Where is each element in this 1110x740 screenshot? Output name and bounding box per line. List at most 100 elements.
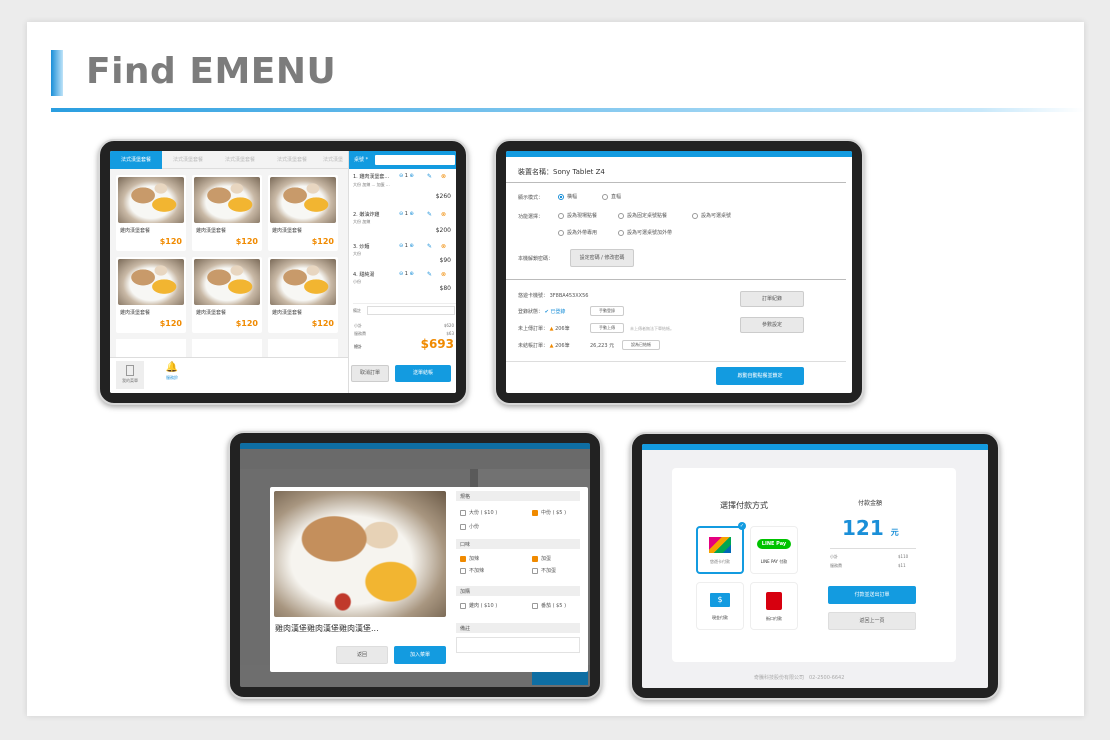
table-label: 桌號 * — [354, 157, 369, 163]
display-portrait-radio[interactable]: 直幅 — [602, 193, 621, 200]
nav-label: 服務鈴 — [166, 375, 178, 380]
warning-icon: ▲ — [549, 326, 554, 332]
payment-card: 選擇付款方式 悠遊卡付款 ✓ LINE Pay LINE PAY 付款 $ 現金… — [672, 468, 956, 662]
func-radio-2[interactable]: 設為可選桌號 — [692, 212, 731, 219]
back-button[interactable]: 返回 — [336, 646, 388, 664]
remove-icon[interactable]: ⊗ — [441, 243, 446, 250]
func-radio-1[interactable]: 設為固定桌號點餐 — [618, 212, 667, 219]
detail-screen: 雞肉漢堡雞肉漢堡雞肉漢堡... 返回 加入菜單 規格 大份 ( $10 ) 中份… — [240, 443, 590, 687]
total-label: 總計 — [354, 344, 362, 349]
mark-settled-button[interactable]: 設為已結帳 — [622, 340, 660, 350]
set-password-button[interactable]: 設定密碼 / 修改密碼 — [570, 249, 634, 267]
addon-section: 加購 雞肉 ( $10 ) 番茄 ( $5 ) — [456, 586, 580, 609]
size-option[interactable]: 大份 ( $10 ) — [460, 509, 497, 516]
settle-count: 206筆 — [555, 343, 570, 349]
taste-option[interactable]: 不加蛋 — [532, 567, 556, 574]
qty-stepper[interactable]: ⊖ 1 ⊕ — [399, 211, 414, 217]
edit-icon[interactable]: ✎ — [427, 211, 432, 218]
bottom-nav — [110, 357, 348, 393]
order-record-button[interactable]: 訂單紀錄 — [740, 291, 804, 307]
order-item-note: 大份 加辣 — [353, 219, 371, 224]
settle-row: 未結帳訂單： ▲ 206筆 — [518, 342, 570, 349]
parameter-settings-button[interactable]: 參數設定 — [740, 317, 804, 333]
order-row[interactable]: 4. 甜純湯 小份 ⊖ 1 ⊕ ✎ ⊗ $80 — [353, 271, 456, 297]
remove-icon[interactable]: ⊗ — [441, 173, 446, 180]
menu-item[interactable]: 雞肉漢堡套餐 $120 — [268, 257, 338, 333]
size-option[interactable]: 中份 ( $5 ) — [532, 509, 566, 516]
tab-4[interactable]: 法式漢堡 — [318, 151, 348, 169]
payment-jkopay[interactable]: 街口付款 — [750, 582, 798, 630]
tab-1[interactable]: 法式漢堡套餐 — [162, 151, 214, 169]
food-photo — [194, 259, 260, 305]
payment-linepay[interactable]: LINE Pay LINE PAY 付款 — [750, 526, 798, 574]
tab-2[interactable]: 法式漢堡套餐 — [214, 151, 266, 169]
menu-item[interactable]: 雞肉漢堡套餐 $120 — [192, 257, 262, 333]
menu-item-price: $120 — [311, 237, 334, 246]
display-landscape-radio[interactable]: 橫幅 — [558, 193, 577, 200]
table-number-input[interactable] — [375, 155, 455, 165]
item-detail-modal: 雞肉漢堡雞肉漢堡雞肉漢堡... 返回 加入菜單 規格 大份 ( $10 ) 中份… — [270, 487, 588, 672]
order-item-price: $90 — [439, 257, 451, 264]
nav-service-bell[interactable]: 🔔 服務鈴 — [158, 361, 186, 389]
payment-cash[interactable]: $ 現金付款 — [696, 582, 744, 630]
add-to-menu-button[interactable]: 加入菜單 — [394, 646, 446, 664]
payment-easycard[interactable]: 悠遊卡付款 — [696, 526, 744, 574]
menu-item[interactable]: 雞肉漢堡套餐 $120 — [192, 175, 262, 251]
taste-option[interactable]: 加蛋 — [532, 555, 551, 562]
pay-service-value: $11 — [898, 563, 906, 568]
order-row[interactable]: 3. 炒麵 大份 ⊖ 1 ⊕ ✎ ⊗ $90 — [353, 243, 456, 269]
order-item-price: $200 — [435, 227, 451, 234]
manual-upload-button[interactable]: 手動上傳 — [590, 323, 624, 333]
upload-row: 未上傳訂單： ▲ 206筆 — [518, 325, 570, 332]
note-input[interactable] — [367, 306, 455, 315]
food-photo — [118, 177, 184, 223]
food-photo — [270, 177, 336, 223]
menu-item[interactable]: 雞肉漢堡套餐 $120 — [268, 175, 338, 251]
back-previous-button[interactable]: 返回上一頁 — [828, 612, 916, 630]
section-title: 加購 — [456, 586, 580, 596]
edit-icon[interactable]: ✎ — [427, 173, 432, 180]
taste-option[interactable]: 不加辣 — [460, 567, 484, 574]
display-mode-label: 顯示模式： — [518, 195, 544, 201]
remove-icon[interactable]: ⊗ — [441, 211, 446, 218]
checkbox-checked-icon — [460, 555, 466, 562]
func-radio-3[interactable]: 設為外帶專用 — [558, 229, 597, 236]
food-photo — [194, 177, 260, 223]
tablet-item-detail: 雞肉漢堡雞肉漢堡雞肉漢堡... 返回 加入菜單 規格 大份 ( $10 ) 中份… — [228, 431, 602, 699]
taste-option[interactable]: 加辣 — [460, 555, 479, 562]
auto-order-lock-button[interactable]: 啟動自動點餐並鎖定 — [716, 367, 804, 385]
qty-stepper[interactable]: ⊖ 1 ⊕ — [399, 173, 414, 179]
method-label: LINE PAY 付款 — [760, 559, 788, 564]
manual-login-button[interactable]: 手動登錄 — [590, 306, 624, 316]
size-option[interactable]: 小份 — [460, 523, 479, 530]
checkbox-icon — [460, 567, 466, 574]
order-row[interactable]: 1. 雞肉漢堡套... 大份 加辣 ... 加蛋 ... ⊖ 1 ⊕ ✎ ⊗ $… — [353, 173, 456, 207]
subtotal-value: $620 — [443, 323, 454, 328]
nav-my-menu[interactable]: 我的菜單 — [116, 361, 144, 389]
edit-icon[interactable]: ✎ — [427, 243, 432, 250]
checkbox-icon — [460, 523, 466, 530]
tab-0[interactable]: 法式漢堡套餐 — [110, 151, 162, 169]
qty-stepper[interactable]: ⊖ 1 ⊕ — [399, 243, 414, 249]
qty-stepper[interactable]: ⊖ 1 ⊕ — [399, 271, 414, 277]
addon-option[interactable]: 番茄 ( $5 ) — [532, 602, 566, 609]
note-input[interactable] — [456, 637, 580, 653]
func-radio-4[interactable]: 設為可選桌號加外帶 — [618, 229, 672, 236]
food-photo — [270, 259, 336, 305]
tab-3[interactable]: 法式漢堡套餐 — [266, 151, 318, 169]
menu-item[interactable]: 雞肉漢堡套餐 $120 — [116, 175, 186, 251]
edit-icon[interactable]: ✎ — [427, 271, 432, 278]
pay-and-send-button[interactable]: 付款並送出訂單 — [828, 586, 916, 604]
addon-option[interactable]: 雞肉 ( $10 ) — [460, 602, 497, 609]
remove-icon[interactable]: ⊗ — [441, 271, 446, 278]
func-radio-0[interactable]: 設為現場點餐 — [558, 212, 597, 219]
pay-subtotal-label: 小計 — [830, 554, 838, 559]
option-label: 小份 — [469, 524, 480, 530]
menu-item[interactable]: 雞肉漢堡套餐 $120 — [116, 257, 186, 333]
checkbox-icon — [460, 602, 466, 609]
checkout-button[interactable]: 送單結帳 — [395, 365, 451, 382]
amount-unit: 元 — [890, 528, 899, 537]
cancel-order-button[interactable]: 取消訂單 — [351, 365, 389, 382]
order-row[interactable]: 2. 嫩油炸雞 大份 加辣 ⊖ 1 ⊕ ✎ ⊗ $200 — [353, 211, 456, 239]
food-photo — [118, 259, 184, 305]
